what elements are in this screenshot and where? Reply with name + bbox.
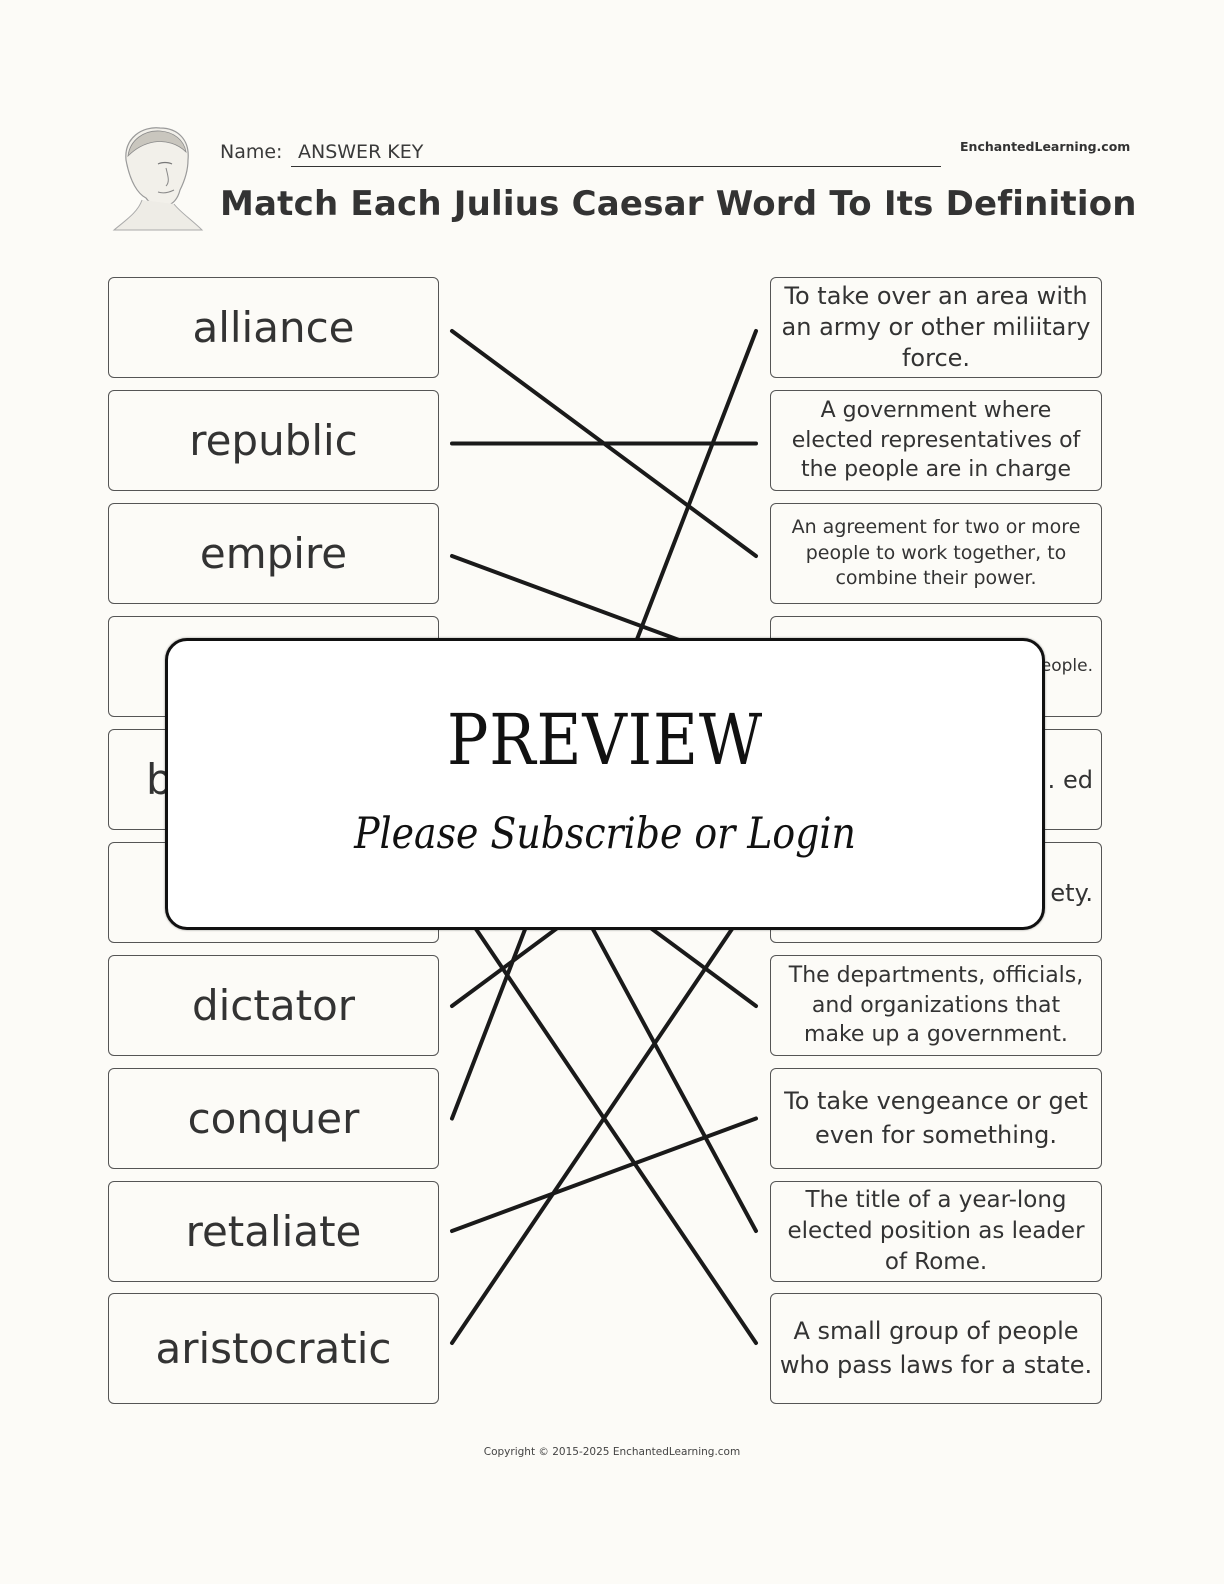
match-line (450, 891, 758, 1345)
word-label: dictator (191, 981, 356, 1030)
match-line (450, 891, 758, 1345)
definition-text: The departments, officials, and organiza… (788, 962, 1084, 1048)
word-label: conquer (187, 1094, 360, 1143)
preview-overlay[interactable]: PREVIEW Please Subscribe or Login (165, 638, 1045, 930)
page-title: Match Each Julius Caesar Word To Its Def… (220, 184, 1137, 224)
definition-box[interactable]: A government where elected representativ… (770, 390, 1102, 491)
name-field[interactable]: ANSWER KEY (298, 141, 423, 163)
word-label: alliance (192, 303, 355, 352)
word-box[interactable]: republic (108, 390, 439, 491)
definition-box[interactable]: An agreement for two or more people to w… (770, 503, 1102, 604)
word-box[interactable]: retaliate (108, 1181, 439, 1282)
subscribe-login-prompt[interactable]: Please Subscribe or Login (220, 809, 989, 859)
definition-text: To take vengeance or get even for someth… (784, 1086, 1088, 1149)
definition-text: A government where elected representativ… (791, 397, 1081, 483)
definition-text: A small group of people who pass laws fo… (779, 1316, 1093, 1379)
site-tag[interactable]: EnchantedLearning.com (960, 139, 1130, 154)
word-label: republic (189, 416, 358, 465)
word-box[interactable]: aristocratic (108, 1293, 439, 1404)
word-box[interactable]: empire (108, 503, 439, 604)
definition-box[interactable]: The departments, officials, and organiza… (770, 955, 1102, 1056)
definition-box[interactable]: A small group of people who pass laws fo… (770, 1293, 1102, 1404)
definition-box[interactable]: The title of a year-long elected positio… (770, 1181, 1102, 1282)
word-box[interactable]: conquer (108, 1068, 439, 1169)
word-label: retaliate (185, 1207, 362, 1256)
definition-text: An agreement for two or more people to w… (791, 516, 1081, 590)
julius-caesar-portrait-icon (108, 120, 206, 240)
word-box[interactable]: dictator (108, 955, 439, 1056)
name-underline (291, 166, 941, 167)
definition-box[interactable]: To take vengeance or get even for someth… (770, 1068, 1102, 1169)
copyright-footer: Copyright © 2015-2025 EnchantedLearning.… (483, 1446, 741, 1458)
match-line (450, 1116, 758, 1233)
definition-text: The title of a year-long elected positio… (787, 1186, 1085, 1276)
name-label: Name: (220, 141, 283, 163)
word-label: empire (199, 529, 348, 578)
word-box[interactable]: alliance (108, 277, 439, 378)
match-line (450, 329, 758, 558)
preview-title: PREVIEW (446, 699, 764, 781)
word-label: aristocratic (155, 1324, 392, 1373)
definition-text: To take over an area with an army or oth… (781, 281, 1091, 373)
definition-box[interactable]: To take over an area with an army or oth… (770, 277, 1102, 378)
